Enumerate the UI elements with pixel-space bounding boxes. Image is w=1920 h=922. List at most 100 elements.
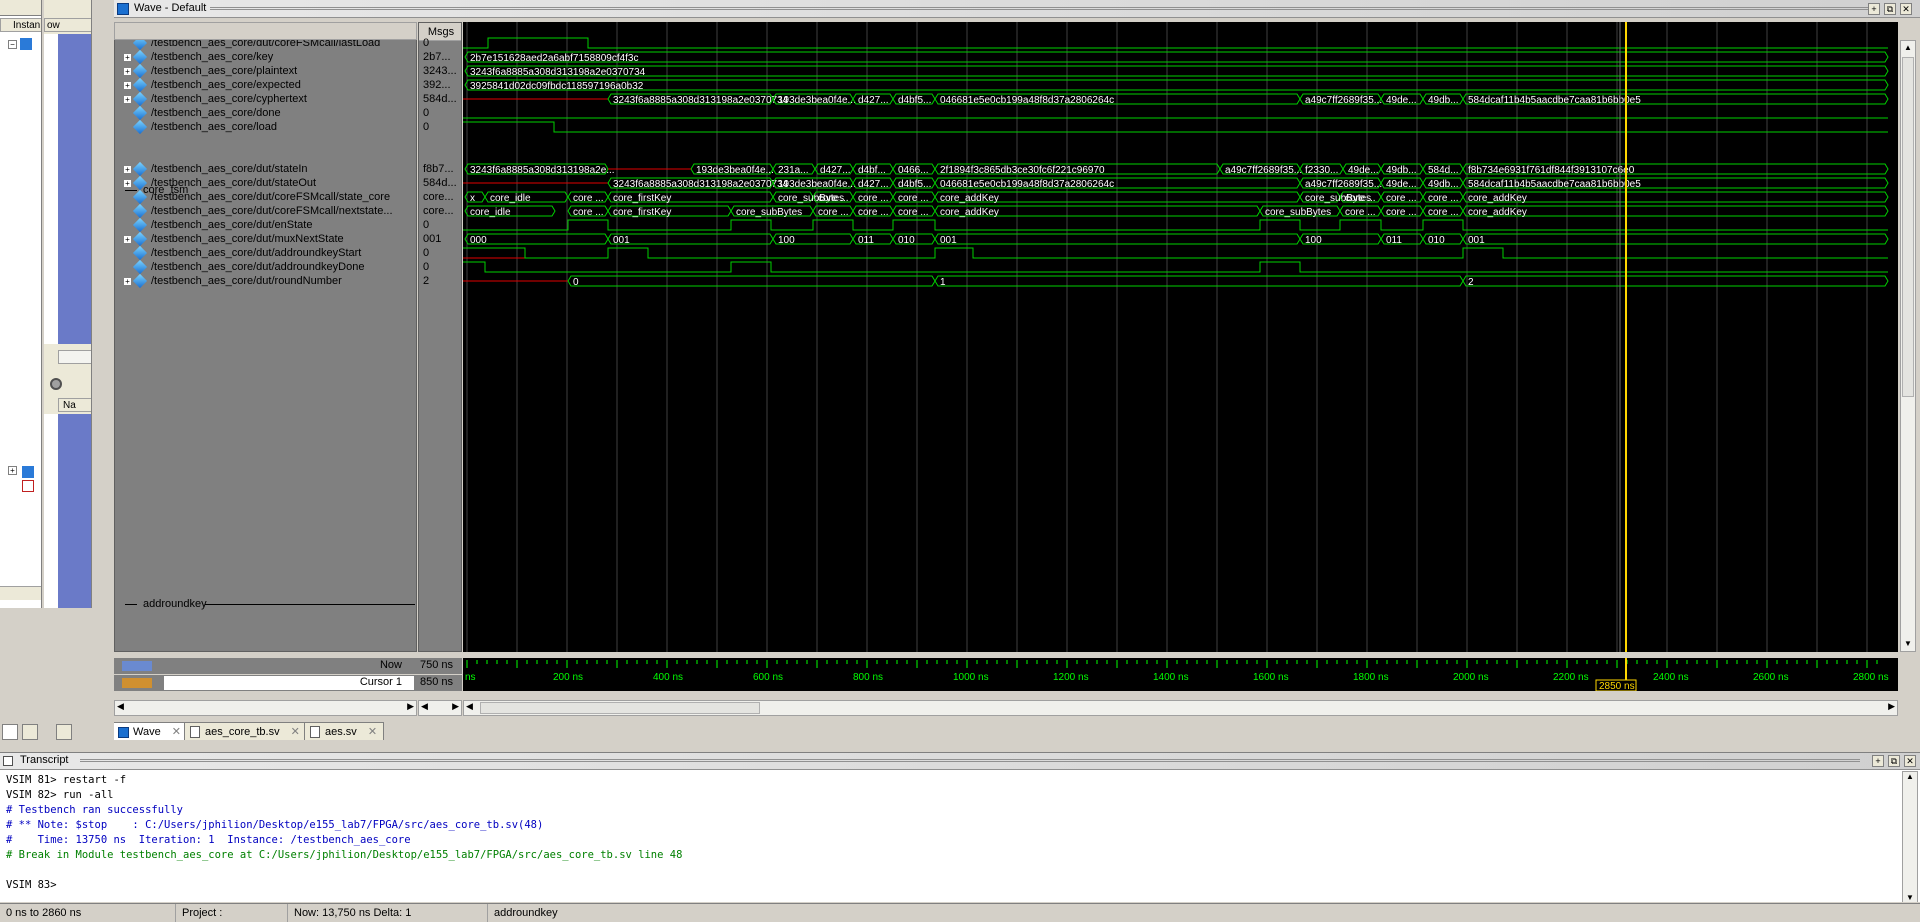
bus-value-label: core ... [858,207,889,218]
bus-value-label: core_idle [490,193,531,204]
undock-button[interactable]: + [1872,755,1884,767]
expand-icon[interactable]: + [123,164,132,174]
waveform-canvas[interactable]: 2b7e151628aed2a6abf7158809cf4f3c 3243f6a8… [463,22,1898,652]
wave-horizontal-scrollbar[interactable]: ◀ ▶ [463,700,1898,716]
float-button[interactable]: ⧉ [1884,3,1896,15]
bus-value-label: 011 [1386,235,1402,246]
transcript-title-bar[interactable]: Transcript + ⧉ ✕ [0,753,1920,770]
project-tab[interactable] [22,724,38,740]
transcript-line: # Testbench ran successfully [6,804,184,816]
bus-segment [1462,275,1889,287]
signal-name: /testbench_aes_core/dut/addroundkeyDone [151,261,365,273]
tab-aes-core-tb-label: aes_core_tb.sv [205,726,280,738]
bus-value-label: d4bf5... [898,179,931,190]
close-icon[interactable]: ✕ [172,726,181,738]
close-icon[interactable]: ✕ [1904,755,1916,767]
sim-tab[interactable] [56,724,72,740]
bus-value-label: core ... [1428,193,1459,204]
transcript-line: # ** Note: $stop : C:/Users/jphilion/Des… [6,819,544,831]
bus-value-label: core ... [898,207,929,218]
tab-aes-core-tb[interactable]: aes_core_tb.sv ✕ [184,722,307,740]
gear-icon[interactable] [50,378,62,390]
bus-value-label: d4bf... [858,165,886,176]
signal-row[interactable]: /testbench_aes_core/load [123,119,277,136]
signal-row[interactable]: + /testbench_aes_core/dut/roundNumber [123,273,342,290]
zoom-tools-icon[interactable] [122,661,152,671]
tree-expander-icon[interactable]: + [8,466,17,475]
cursor-tools-icon[interactable] [122,678,152,688]
wave-vertical-scrollbar[interactable]: ▲ ▼ [1900,40,1916,652]
horizontal-scrollbar[interactable] [58,350,91,364]
now-label: Now [379,659,402,671]
timeline-strip: ns 200 ns 400 ns 600 ns 800 ns 1000 ns 1200 ns… [463,658,1898,691]
transcript-line: VSIM 82> run -all [6,789,114,801]
wave-horizontal-scrollbar-names[interactable]: ◀ ▶ [114,700,417,716]
expand-icon[interactable]: + [123,94,132,104]
wave-icon [22,480,34,492]
bus-value-label: 001 [613,235,630,246]
signal-name: /testbench_aes_core/plaintext [151,65,298,77]
tick-label: 2600 ns [1753,672,1789,683]
bus-value-label: core_addKey [940,193,999,204]
objects-column-header[interactable]: ow [44,18,91,32]
library-tab[interactable] [2,724,18,740]
instance-tab-header[interactable] [0,0,41,16]
expand-icon[interactable]: + [123,52,132,62]
expand-icon[interactable]: + [123,276,132,286]
undock-button[interactable]: + [1868,3,1880,15]
signal-name: /testbench_aes_core/dut/addroundkeyStart [151,247,362,259]
signal-icon [132,274,148,289]
cursor-value: 850 ns [420,676,454,688]
expand-icon[interactable]: + [123,80,132,90]
bus-value-label: core ... [573,207,604,218]
instance-icon [22,466,34,478]
bit-trace [463,37,1888,49]
signal-name: /testbench_aes_core/dut/coreFSMcall/next… [151,205,393,217]
tab-aes[interactable]: aes.sv ✕ [304,722,385,740]
close-icon[interactable]: ✕ [1900,3,1912,15]
scroll-thumb[interactable] [480,702,760,714]
bus-value-label: f8b734e6931f761df844f3913107c6e0 [1468,165,1635,176]
close-icon[interactable]: ✕ [368,726,377,738]
file-icon [190,726,200,738]
bus-value-label: core ... [818,193,849,204]
signal-name: /testbench_aes_core/dut/muxNextState [151,233,344,245]
signal-name: /testbench_aes_core/dut/stateIn [151,163,308,175]
bus-value-label: 0466... [898,165,929,176]
tick-label: 600 ns [753,672,783,683]
bus-segment [1462,233,1889,245]
transcript-text[interactable]: VSIM 81> restart -f VSIM 82> run -all # Te… [6,773,1896,898]
bus-value-label: 584dcaf11b4b5aacdbe7caa81b6bb0e5 [1468,179,1641,190]
bus-value-label: 49db... [1428,95,1459,106]
expand-icon[interactable]: + [123,234,132,244]
instance-column-header[interactable]: Instan [0,18,41,32]
close-icon[interactable]: ✕ [291,726,300,738]
instance-icon [20,38,32,50]
processes-list [58,414,91,608]
bus-value-label: 49db... [1428,179,1459,190]
signal-name: /testbench_aes_core/cyphertext [151,93,307,105]
transcript-vertical-scrollbar[interactable]: ▲ ▼ [1902,771,1918,902]
bus-value-label: core_addKey [1468,207,1527,218]
waveform-pane[interactable]: 2b7e151628aed2a6abf7158809cf4f3c 3243f6a8… [463,22,1898,652]
title-grip[interactable] [80,759,1860,762]
wave-title-bar[interactable]: Wave - Default + ⧉ ✕ [114,0,1920,18]
tick-label: 2800 ns [1853,672,1889,683]
tree-expander-icon[interactable]: − [8,40,17,49]
bus-value-label: 584d... [1428,165,1459,176]
tick-label: 1600 ns [1253,672,1289,683]
float-button[interactable]: ⧉ [1888,755,1900,767]
tab-wave[interactable]: Wave ✕ [114,722,188,740]
signal-value: 2 [423,275,430,287]
bit-trace [463,121,1888,133]
title-grip[interactable] [210,7,1880,10]
wave-horizontal-scrollbar-msgs[interactable]: ◀ ▶ [418,700,462,716]
tick-label: 800 ns [853,672,883,683]
horizontal-scrollbar[interactable] [0,586,41,600]
timeline-ruler[interactable]: ns 200 ns 400 ns 600 ns 800 ns 1000 ns 1200 ns… [463,658,1898,691]
expand-icon[interactable]: + [123,66,132,76]
name-column-header[interactable]: Na [58,398,91,412]
bus-segment [464,65,1889,77]
tick-label: ns [465,672,476,683]
transcript-line: # Break in Module testbench_aes_core at … [6,849,683,861]
